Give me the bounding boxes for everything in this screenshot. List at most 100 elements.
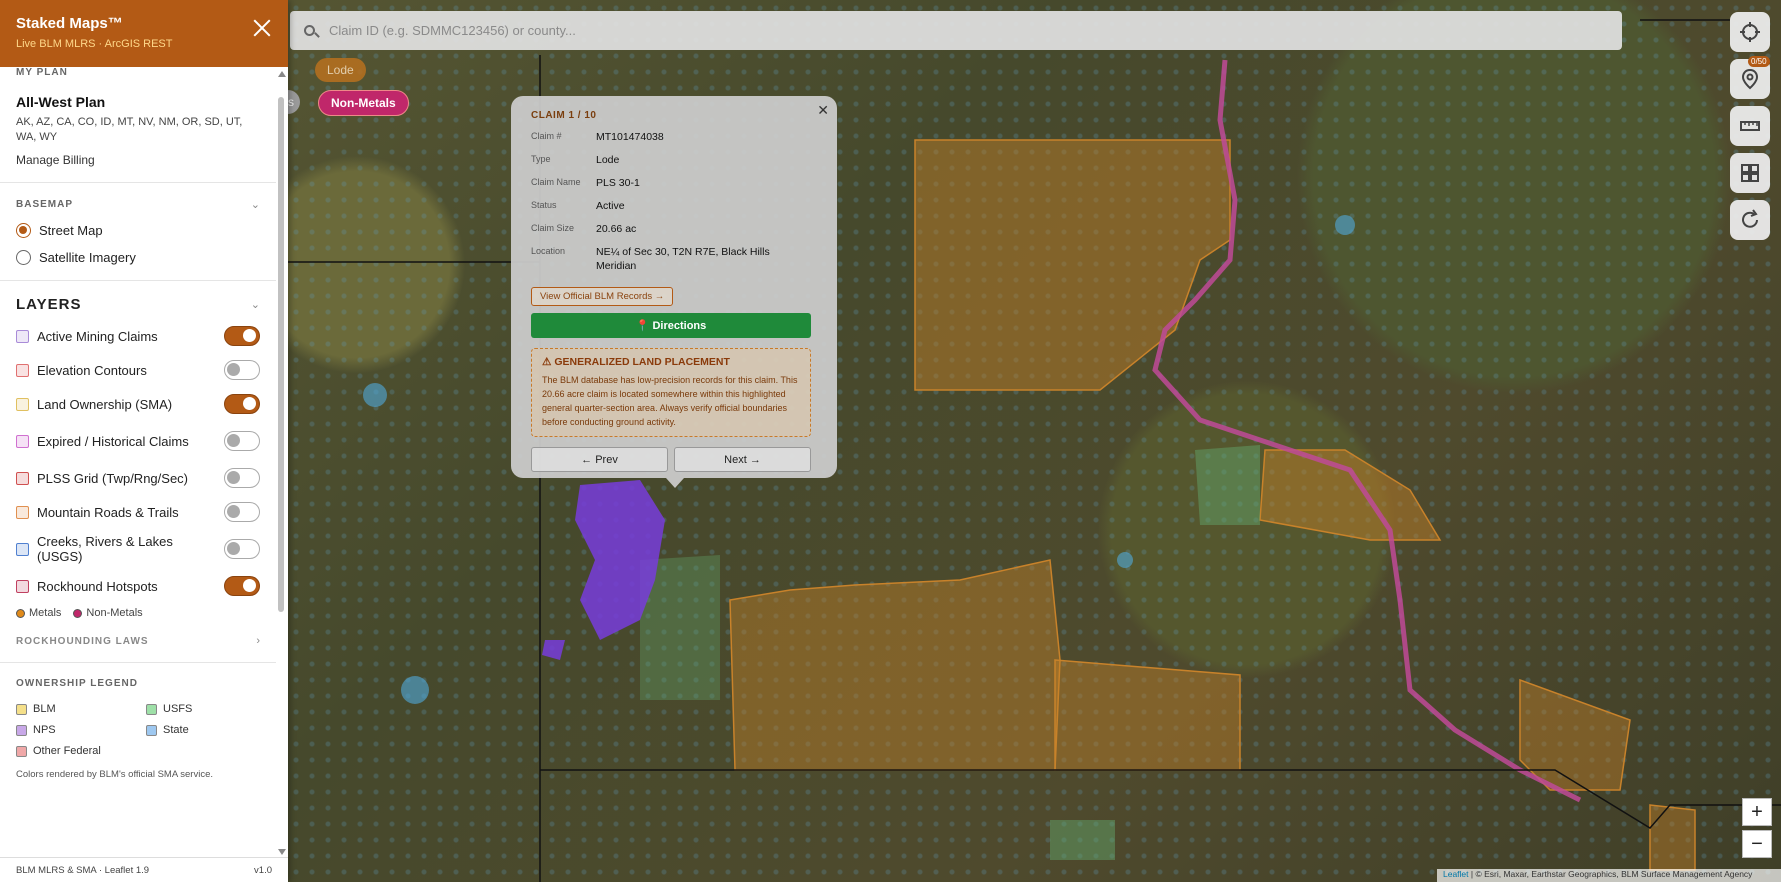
directions-button[interactable]: 📍 Directions xyxy=(531,313,811,338)
zoom-out-button[interactable]: − xyxy=(1742,830,1772,858)
manage-billing-link[interactable]: Manage Billing xyxy=(16,153,260,167)
chevron-down-icon: ⌄ xyxy=(250,199,260,211)
ownership-swatch xyxy=(146,724,157,736)
refresh-button[interactable] xyxy=(1730,200,1770,240)
claim-field-value: NE¼ of Sec 30, T2N R7E, Black Hills Meri… xyxy=(596,246,770,272)
layer-label-group: Elevation Contours xyxy=(16,363,197,378)
search-input[interactable] xyxy=(329,23,1529,38)
leaflet-link[interactable]: Leaflet xyxy=(1443,869,1469,879)
sidebar-scrollbar[interactable] xyxy=(278,67,286,857)
layer-swatch xyxy=(16,542,29,556)
basemap-option-label: Street Map xyxy=(39,223,103,238)
placement-warning: ⚠ GENERALIZED LAND PLACEMENT The BLM dat… xyxy=(531,348,811,437)
grid-icon xyxy=(1741,164,1759,182)
map-parcel xyxy=(1054,659,1241,771)
ownership-label: State xyxy=(163,724,189,736)
layers-title: LAYERS xyxy=(16,296,82,313)
scroll-down-arrow[interactable] xyxy=(278,849,286,855)
claim-field-key: Claim Size xyxy=(531,223,575,233)
ownership-swatch xyxy=(16,745,27,757)
ownership-legend-item: Other Federal xyxy=(16,745,146,757)
map-parcel xyxy=(1259,449,1442,541)
layer-row[interactable]: Active Mining Claims xyxy=(16,319,260,353)
claim-field-key: Type xyxy=(531,154,551,164)
sidebar-header: Staked Maps™ Live BLM MLRS · ArcGIS REST xyxy=(0,0,288,67)
warning-title-text: GENERALIZED LAND PLACEMENT xyxy=(554,356,730,368)
layer-row[interactable]: PLSS Grid (Twp/Rng/Sec) xyxy=(16,461,260,495)
zoom-in-button[interactable]: + xyxy=(1742,798,1772,826)
ownership-note: Colors rendered by BLM's official SMA se… xyxy=(16,769,213,780)
layer-row[interactable]: Elevation Contours xyxy=(16,353,260,387)
layer-toggle[interactable] xyxy=(224,468,260,488)
scroll-up-arrow[interactable] xyxy=(278,71,286,77)
chevron-down-icon: ⌄ xyxy=(250,299,260,311)
refresh-icon xyxy=(1742,209,1758,228)
layer-label-group: Creeks, Rivers & Lakes (USGS) xyxy=(16,534,197,564)
footer-version: v1.0 xyxy=(254,864,272,876)
claim-field: Location NE¼ of Sec 30, T2N R7E, Black Hi… xyxy=(531,245,817,273)
prev-button[interactable]: ← Prev xyxy=(531,447,668,472)
claim-field-key: Claim # xyxy=(531,131,562,141)
map-lake xyxy=(401,676,429,704)
radio-button[interactable] xyxy=(16,250,31,265)
claims-count-badge: 0/50 xyxy=(1748,56,1770,67)
layer-label-group: Land Ownership (SMA) xyxy=(16,397,197,412)
layer-row[interactable]: Land Ownership (SMA) xyxy=(16,387,260,421)
layer-row[interactable]: Expired / Historical Claims xyxy=(16,421,260,461)
layer-toggle[interactable] xyxy=(224,576,260,596)
layer-toggle[interactable] xyxy=(224,360,260,380)
claim-field-key: Location xyxy=(531,246,566,256)
sidebar: Staked Maps™ Live BLM MLRS · ArcGIS REST… xyxy=(0,0,288,882)
layer-label: Land Ownership (SMA) xyxy=(37,396,173,412)
grid-view-button[interactable] xyxy=(1730,153,1770,193)
popup-close-button[interactable]: ✕ xyxy=(817,102,829,119)
filter-chip-non-metals[interactable]: Non-Metals xyxy=(318,90,409,116)
radio-button[interactable] xyxy=(16,223,31,238)
popup-title: CLAIM 1 / 10 xyxy=(531,110,597,121)
layer-label-group: Expired / Historical Claims xyxy=(16,434,197,449)
basemap-option[interactable]: Street Map xyxy=(16,223,260,238)
layer-row[interactable]: Creeks, Rivers & Lakes (USGS) xyxy=(16,529,260,569)
sidebar-footer: BLM MLRS & SMA · Leaflet 1.9 v1.0 xyxy=(0,857,288,882)
popup-nav: ← Prev Next → xyxy=(531,447,811,472)
measure-button[interactable] xyxy=(1730,106,1770,146)
basemap-option[interactable]: Satellite Imagery xyxy=(16,250,260,265)
map-lake xyxy=(1335,215,1355,235)
map-lake xyxy=(363,383,387,407)
chevron-right-icon: › xyxy=(256,635,260,647)
app-subtitle: Live BLM MLRS · ArcGIS REST xyxy=(16,38,173,50)
search-bar[interactable] xyxy=(290,11,1622,50)
layer-toggle[interactable] xyxy=(224,326,260,346)
claim-field: Claim # MT101474038 xyxy=(531,130,817,144)
layer-toggle[interactable] xyxy=(224,394,260,414)
attribution-text: | © Esri, Maxar, Earthstar Geographics, … xyxy=(1468,869,1753,879)
filter-chip-lode[interactable]: Lode xyxy=(315,58,366,82)
map-parcel xyxy=(729,559,1061,771)
scroll-thumb[interactable] xyxy=(278,97,284,612)
ownership-legend: BLM USFS NPS State Other Federal xyxy=(16,703,260,757)
layer-toggle[interactable] xyxy=(224,539,260,559)
layer-swatch xyxy=(16,579,29,593)
layer-row[interactable]: Rockhound Hotspots xyxy=(16,569,260,603)
next-button[interactable]: Next → xyxy=(674,447,811,472)
layer-label-group: Mountain Roads & Trails xyxy=(16,505,197,520)
layer-toggle[interactable] xyxy=(224,502,260,522)
close-icon[interactable] xyxy=(252,18,272,38)
claim-field: Type Lode xyxy=(531,153,817,167)
rockhounding-laws-row[interactable]: ROCKHOUNDING LAWS › xyxy=(16,635,260,647)
layer-row[interactable]: Mountain Roads & Trails xyxy=(16,495,260,529)
layer-toggle[interactable] xyxy=(224,431,260,451)
view-blm-records-button[interactable]: View Official BLM Records → xyxy=(531,287,674,306)
claim-field: Claim Name PLS 30-1 xyxy=(531,176,817,190)
layer-swatch xyxy=(16,329,29,343)
ownership-label: USFS xyxy=(163,703,193,715)
locate-button[interactable] xyxy=(1730,12,1770,52)
layer-swatch xyxy=(16,505,29,519)
layer-swatch xyxy=(16,363,29,377)
warning-icon: ⚠ xyxy=(542,356,552,368)
ownership-legend-item: BLM xyxy=(16,703,146,715)
map-usfs-area xyxy=(1050,820,1115,860)
basemap-header[interactable]: BASEMAP ⌄ xyxy=(16,198,260,211)
claim-field: Status Active xyxy=(531,199,817,213)
layers-header[interactable]: LAYERS ⌄ xyxy=(16,296,260,313)
